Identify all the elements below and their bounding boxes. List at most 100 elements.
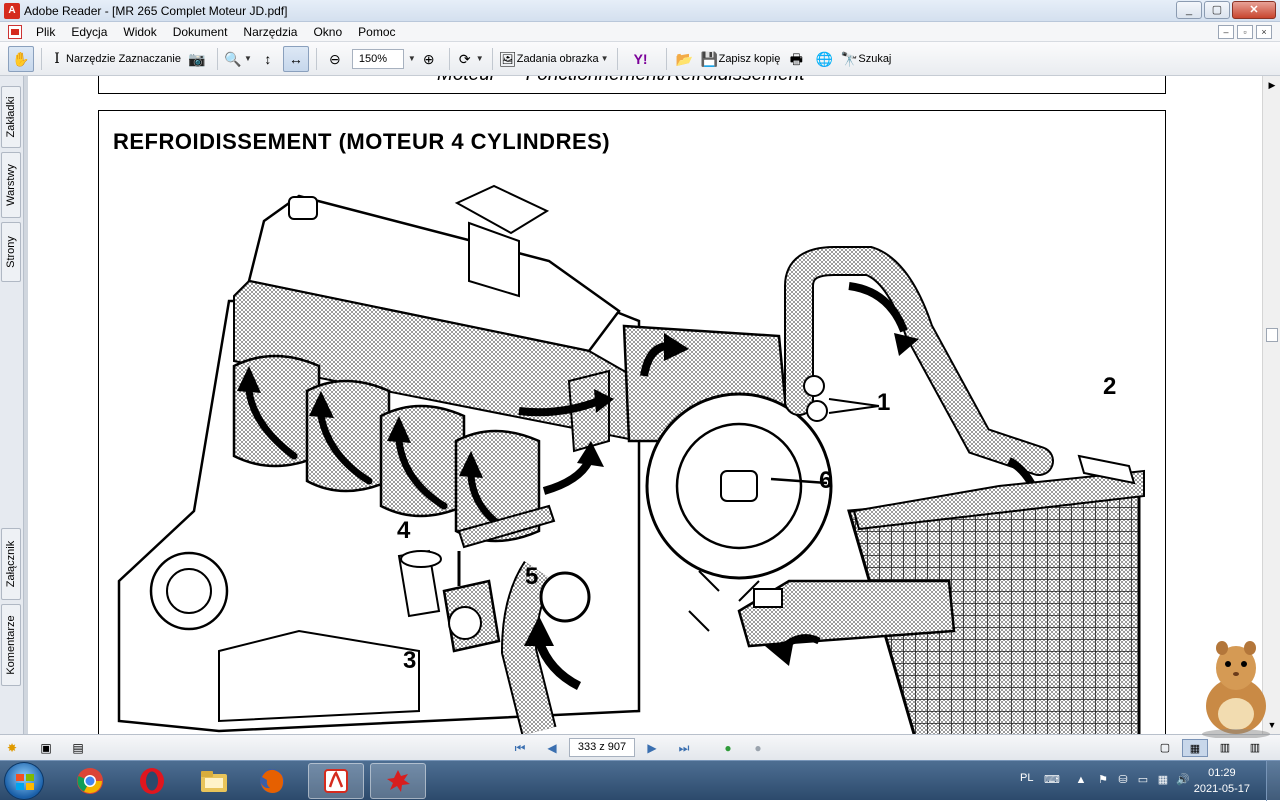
menu-tools[interactable]: Narzędzia: [235, 22, 305, 42]
taskbar-firefox[interactable]: [244, 763, 300, 799]
usb-device-icon[interactable]: ⛁: [1116, 773, 1130, 787]
zoom-tool-button[interactable]: 🔍 ▼: [223, 46, 253, 72]
scroll-thumb[interactable]: [1266, 328, 1278, 342]
fit-width-icon: ↔: [288, 50, 303, 67]
go-back-icon[interactable]: ●: [720, 740, 736, 756]
open-button[interactable]: 📂: [672, 46, 698, 72]
page-thumbnail-icon[interactable]: ▣: [38, 740, 54, 756]
zoom-input[interactable]: 150%: [351, 48, 404, 69]
document-viewport[interactable]: Moteur — Fonctionnement/Refroidissement …: [28, 76, 1262, 734]
zoom-dropdown-icon[interactable]: ▼: [408, 54, 416, 63]
image-tasks-button[interactable]: 🖼 Zadania obrazka ▼: [498, 46, 610, 72]
menu-help[interactable]: Pomoc: [350, 22, 403, 42]
sun-icon: ✸: [6, 741, 18, 755]
continuous-view-icon[interactable]: ▦: [1182, 739, 1208, 757]
taskbar-chrome[interactable]: [62, 763, 118, 799]
rotate-view-button[interactable]: ⟳ ▼: [455, 46, 485, 72]
doc-minimize-button[interactable]: –: [1218, 25, 1234, 39]
toolbar-separator: [315, 47, 317, 70]
email-button[interactable]: 🌐: [811, 46, 837, 72]
maximize-button[interactable]: ▢: [1204, 1, 1230, 19]
menu-window[interactable]: Okno: [305, 22, 350, 42]
plus-circle-icon: ⊕: [422, 50, 435, 67]
language-indicator[interactable]: PL: [1020, 772, 1033, 784]
tab-layers[interactable]: Warstwy: [1, 152, 21, 218]
taskbar-adobe-reader[interactable]: [308, 763, 364, 799]
fit-height-button[interactable]: ↕: [255, 46, 281, 72]
tab-pages[interactable]: Strony: [1, 222, 21, 282]
chevron-down-icon: ▼: [600, 54, 609, 63]
menu-edit[interactable]: Edycja: [63, 22, 115, 42]
image-tasks-label: Zadania obrazka: [516, 52, 599, 65]
adobe-reader-icon: A: [4, 2, 20, 19]
chrome-icon: [77, 768, 103, 794]
image-tasks-icon: 🖼: [498, 50, 517, 67]
tab-comments[interactable]: Komentarze: [1, 604, 21, 686]
taskbar-app-splat[interactable]: [370, 763, 426, 799]
save-copy-button[interactable]: 💾 Zapisz kopię: [700, 46, 782, 72]
clock[interactable]: 01:29 2021-05-17: [1194, 765, 1250, 797]
magnifier-plus-icon: 🔍: [224, 50, 242, 67]
doc-restore-button[interactable]: ▫: [1237, 25, 1253, 39]
system-tray: PL ⌨ ▲ ⚑ ⛁ ▭ ▦ 🔊 01:29 2021-05-17: [1010, 761, 1280, 801]
next-page-icon[interactable]: ▶: [644, 740, 660, 756]
print-button[interactable]: 🖶: [783, 46, 809, 72]
search-button[interactable]: 🔭 Szukaj: [839, 46, 892, 72]
window-title: Adobe Reader - [MR 265 Complet Moteur JD…: [24, 3, 288, 18]
last-page-icon[interactable]: ⏭: [676, 740, 692, 756]
tab-attachments-label: Załącznik: [5, 540, 17, 588]
callout-1: 1: [877, 389, 891, 416]
fit-width-button[interactable]: ↔: [282, 45, 309, 72]
taskbar-explorer[interactable]: [186, 763, 242, 799]
firefox-icon: [260, 769, 284, 793]
previous-page-icon[interactable]: ◀: [544, 740, 560, 756]
volume-icon[interactable]: 🔊: [1176, 773, 1190, 787]
hand-tool-button[interactable]: ✋: [8, 45, 34, 72]
tab-bookmarks[interactable]: Zakładki: [1, 86, 21, 148]
zoom-in-button[interactable]: ⊕: [416, 46, 442, 72]
yahoo-button[interactable]: Y!: [623, 46, 659, 72]
toolbar-separator: [448, 47, 450, 70]
first-page-icon[interactable]: ⏮: [512, 740, 528, 756]
binoculars-icon: 🔭: [840, 50, 859, 67]
tab-bookmarks-label: Zakładki: [5, 96, 17, 138]
show-hidden-icons-icon[interactable]: ▲: [1074, 773, 1088, 787]
windows-logo-icon: [16, 774, 34, 790]
continuous-facing-view-icon[interactable]: ▥: [1242, 739, 1268, 757]
keyboard-icon[interactable]: ⌨: [1044, 773, 1060, 787]
toolbar-separator: [41, 47, 42, 70]
menu-view[interactable]: Widok: [115, 22, 164, 42]
action-center-icon[interactable]: ⚑: [1096, 773, 1110, 787]
network-icon[interactable]: ▦: [1156, 773, 1170, 787]
start-button[interactable]: [4, 762, 44, 800]
search-label: Szukaj: [858, 52, 892, 65]
chevron-down-icon: ▼: [243, 54, 252, 63]
yahoo-icon: Y!: [633, 50, 648, 67]
menu-document[interactable]: Dokument: [165, 22, 236, 42]
document-window-controls: – ▫ ×: [1218, 25, 1272, 39]
document-icon[interactable]: [8, 24, 22, 39]
status-bar: ✸ ▣ ▤ ⏮ ◀ 333 z 907 ▶ ⏭ ● ● ▢ ▦ ▥ ▥: [0, 734, 1280, 760]
doc-close-button[interactable]: ×: [1256, 25, 1272, 39]
go-forward-icon[interactable]: ●: [750, 740, 766, 756]
show-desktop-button[interactable]: [1266, 761, 1280, 801]
snapshot-button[interactable]: 📷: [184, 46, 210, 72]
display-icon[interactable]: ▭: [1136, 773, 1150, 787]
zoom-out-button[interactable]: ⊖: [322, 46, 348, 72]
page-number-input[interactable]: 333 z 907: [569, 738, 635, 757]
scroll-up-arrow-icon[interactable]: ▶: [1265, 78, 1279, 92]
taskbar-opera[interactable]: [124, 763, 180, 799]
facing-view-icon[interactable]: ▥: [1212, 739, 1238, 757]
figure-frame: REFROIDISSEMENT (MOTEUR 4 CYLINDRES) 1 2…: [98, 110, 1166, 734]
menu-file[interactable]: Plik: [28, 22, 63, 42]
callout-2: 2: [1103, 373, 1117, 400]
tab-attachments[interactable]: Załącznik: [1, 528, 21, 600]
single-page-view-icon[interactable]: ▢: [1152, 739, 1178, 757]
rotate-icon: ⟳: [458, 50, 471, 67]
select-tool-button[interactable]: I Narzędzie Zaznaczanie: [47, 46, 182, 72]
minimize-button[interactable]: _: [1176, 1, 1202, 19]
callout-5: 5: [525, 563, 539, 590]
page-size-icon[interactable]: ▤: [70, 740, 86, 756]
close-button[interactable]: ✕: [1232, 1, 1276, 19]
hamster-mascot-icon: [1202, 641, 1270, 738]
